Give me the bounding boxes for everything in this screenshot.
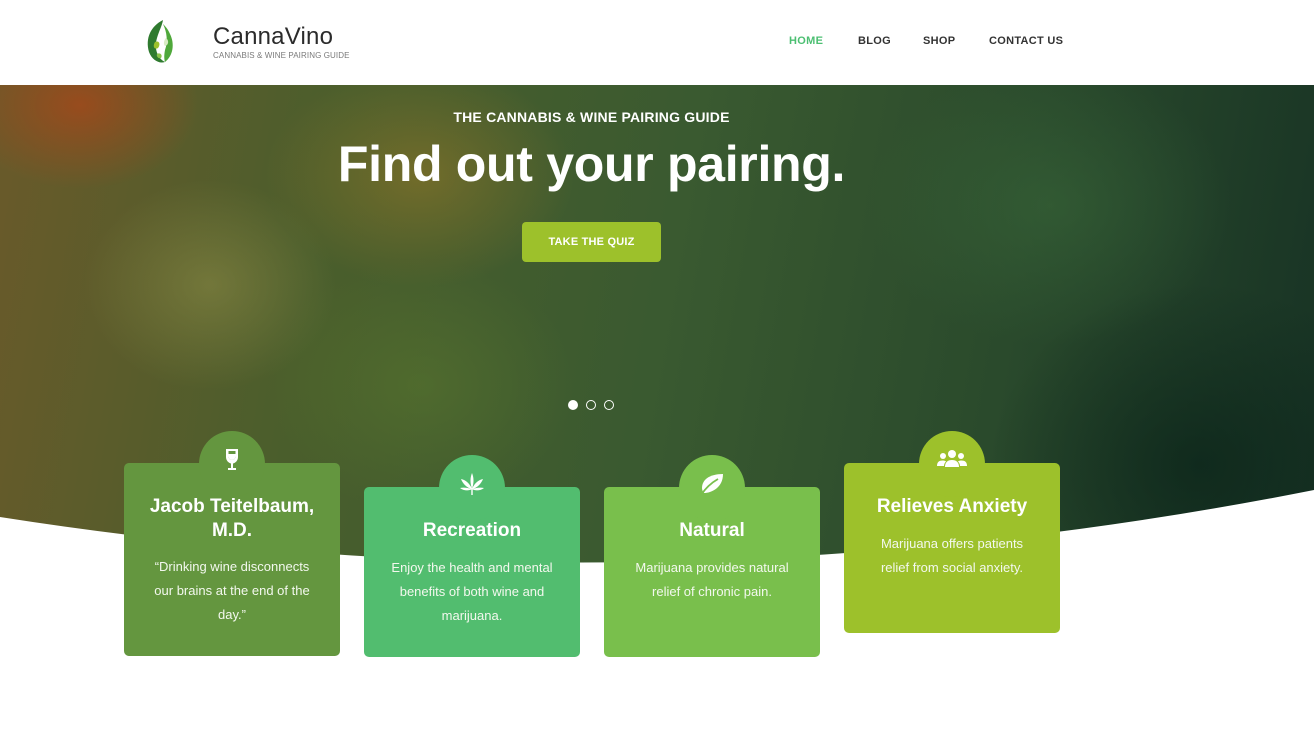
slider-dot-2[interactable] [586,400,596,410]
wine-glass-icon [226,449,238,470]
card-badge [919,431,985,497]
card-badge [439,455,505,521]
leaf-icon [700,474,723,496]
nav-home[interactable]: HOME [789,35,823,47]
card-title: Relieves Anxiety [876,496,1028,517]
slider-dot-3[interactable] [604,400,614,410]
card-title: Natural [679,520,745,541]
slider-dot-1[interactable] [568,400,578,410]
cannabis-leaf-icon [460,473,484,495]
hero-eyebrow: THE CANNABIS & WINE PAIRING GUIDE [453,109,730,125]
slider-pagination [568,400,628,410]
card-text: Marijuana provides natural relief of chr… [635,560,789,599]
nav-contact-us[interactable]: CONTACT US [989,35,1063,47]
card-text: Enjoy the health and mental benefits of … [391,560,553,623]
page: CannaVino CANNABIS & WINE PAIRING GUIDE … [0,0,1314,742]
feature-card-quote: Jacob Teitelbaum, M.D. “Drinking wine di… [124,431,340,656]
main-nav: HOME BLOG SHOP CONTACT US [0,35,1314,51]
card-badge [199,431,265,497]
card-title: Recreation [422,520,522,541]
hero-title: Find out your pairing. [337,136,846,192]
feature-card-anxiety: Relieves Anxiety Marijuana offers patien… [844,431,1060,633]
card-text: Marijuana offers patients relief from so… [880,536,1024,575]
nav-blog[interactable]: BLOG [858,35,891,47]
nav-shop[interactable]: SHOP [923,35,955,47]
feature-card-recreation: Recreation Enjoy the health and mental b… [364,455,580,657]
feature-card-natural: Natural Marijuana provides natural relie… [604,455,820,657]
site-header: CannaVino CANNABIS & WINE PAIRING GUIDE … [0,0,1314,85]
card-text: “Drinking wine disconnects our brains at… [154,559,310,622]
users-icon [937,450,967,467]
brand-tagline: CANNABIS & WINE PAIRING GUIDE [213,51,350,60]
card-title: Jacob Teitelbaum, M.D. [149,496,315,541]
card-badge [679,455,745,521]
take-the-quiz-button[interactable]: TAKE THE QUIZ [522,222,661,262]
